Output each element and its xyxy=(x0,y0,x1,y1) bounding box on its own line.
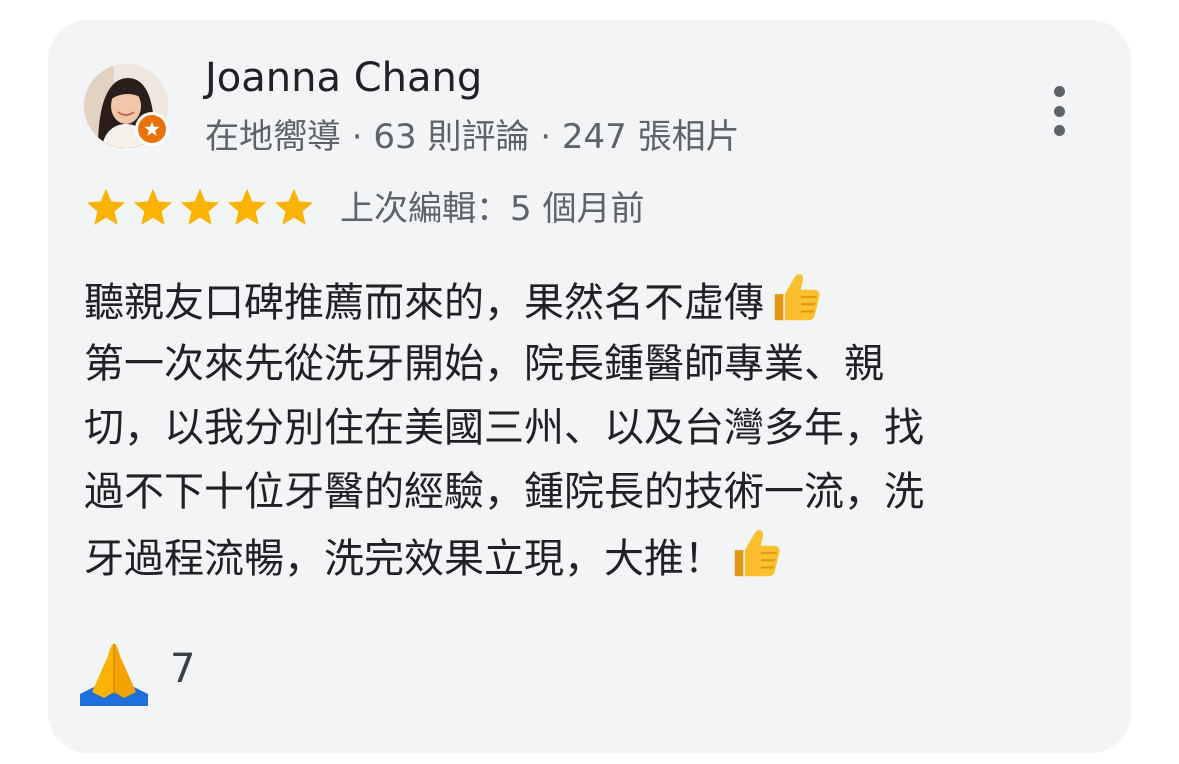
review-line: 牙過程流暢，洗完效果立現，大推！ xyxy=(84,524,1084,588)
star-icon xyxy=(133,188,173,225)
thumbs-up-icon xyxy=(734,530,780,577)
star-icon xyxy=(274,188,314,225)
reviewer-name[interactable]: Joanna Chang xyxy=(205,52,482,104)
review-text: 聽親友口碑推薦而來的，果然名不虛傳 第一次來先從洗牙開始，院長鍾醫師專業、親 切… xyxy=(84,268,1084,588)
reaction-count: 7 xyxy=(170,646,196,692)
star-icon xyxy=(180,188,220,225)
review-line: 聽親友口碑推薦而來的，果然名不虛傳 xyxy=(84,268,1084,332)
review-line: 第一次來先從洗牙開始，院長鍾醫師專業、親 xyxy=(84,341,884,387)
more-vert-icon xyxy=(1053,86,1065,97)
thumbs-up-icon xyxy=(774,274,820,321)
star-icon xyxy=(227,188,267,225)
star-icon xyxy=(86,188,126,225)
more-options-button[interactable] xyxy=(1038,82,1080,140)
edited-timestamp: 上次編輯：5 個月前 xyxy=(340,189,645,229)
folded-hands-icon xyxy=(80,643,148,706)
review-line: 切，以我分別住在美國三州、以及台灣多年，找 xyxy=(84,405,924,451)
review-line: 過不下十位牙醫的經驗，鍾院長的技術一流，洗 xyxy=(84,469,924,515)
local-guide-badge-icon xyxy=(135,112,169,146)
star-rating xyxy=(84,186,316,230)
reviewer-meta: 在地嚮導 · 63 則評論 · 247 張相片 xyxy=(205,117,740,157)
reaction-button[interactable] xyxy=(78,638,150,706)
